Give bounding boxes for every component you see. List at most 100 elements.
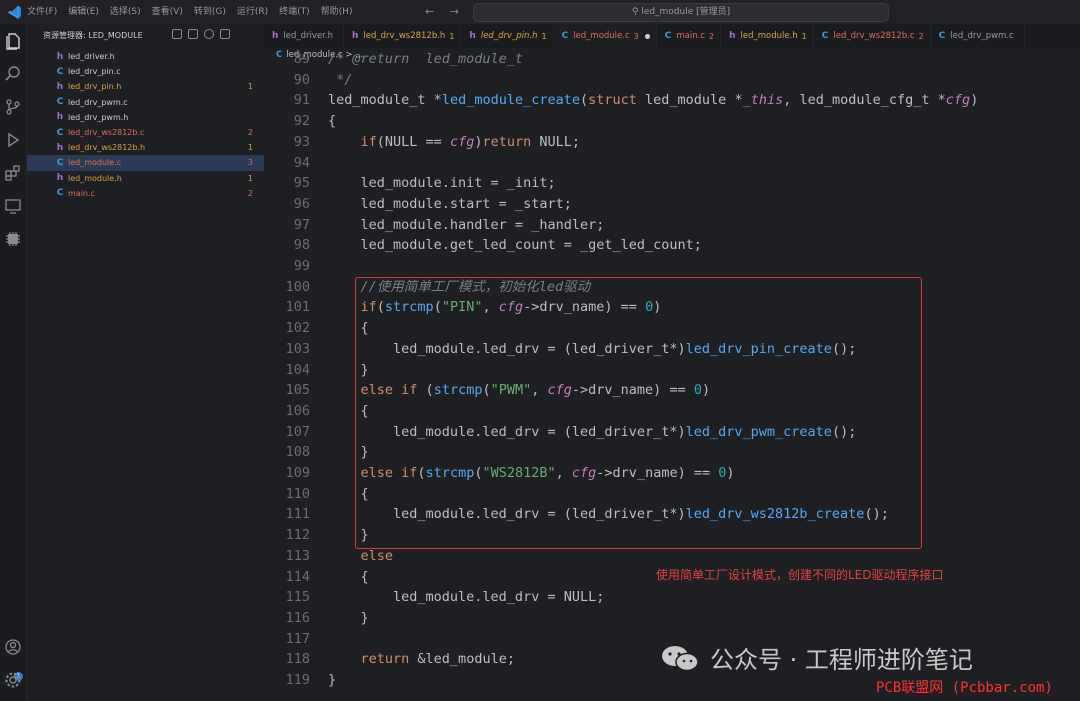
- tab-problem-count: 2: [918, 31, 924, 41]
- explorer-files-icon[interactable]: [4, 32, 22, 50]
- code-token: (: [376, 299, 385, 316]
- gear-icon[interactable]: [4, 671, 22, 689]
- editor-tabs: h led_driver.h h led_drv_ws2812b.h 1 h led_drv…: [264, 24, 1080, 48]
- file-tree-item[interactable]: Cled_drv_pin.c: [27, 64, 264, 79]
- file-tree-item[interactable]: Cmain.c 2: [27, 186, 264, 201]
- code-token: *: [937, 92, 946, 109]
- vscode-logo-icon: [8, 6, 21, 19]
- code-text: }: [328, 360, 369, 381]
- forward-arrow-icon[interactable]: →: [450, 5, 459, 18]
- menu-item[interactable]: 运行(R): [237, 0, 268, 24]
- code-token: {: [328, 485, 369, 502]
- source-control-icon[interactable]: [4, 98, 22, 116]
- editor-tab[interactable]: h led_driver.h: [264, 24, 344, 48]
- code-line: 103 led_module.led_drv = (led_driver_t*)…: [264, 339, 1080, 360]
- code-text: }: [328, 442, 369, 463]
- editor-tab[interactable]: h led_module.h 1: [721, 24, 814, 48]
- back-arrow-icon[interactable]: ←: [425, 5, 434, 18]
- menu-item[interactable]: 选择(S): [110, 0, 141, 24]
- file-tree-item[interactable]: Cled_drv_pwm.c: [27, 95, 264, 110]
- line-number: 92: [293, 113, 310, 130]
- problem-count: 2: [247, 188, 253, 198]
- line-number: 93: [293, 133, 310, 150]
- file-tree-item[interactable]: h led_drv_pin.h 1: [27, 79, 264, 94]
- code-token: 0: [645, 299, 654, 316]
- code-token: led_module.handler = _handler;: [328, 216, 605, 233]
- tab-problem-count: 1: [801, 31, 807, 41]
- editor-tab[interactable]: Cled_drv_ws2812b.c 2: [814, 24, 931, 48]
- code-line: 113 else: [264, 546, 1080, 567]
- file-name: led_module.h: [68, 173, 122, 183]
- new-folder-icon[interactable]: [188, 29, 198, 39]
- code-line: 101 if(strcmp("PIN", cfg->drv_name) == 0…: [264, 297, 1080, 318]
- collapse-all-icon[interactable]: [220, 29, 230, 39]
- file-tree-item[interactable]: h led_drv_pwm.h: [27, 110, 264, 125]
- code-line: 112 }: [264, 525, 1080, 546]
- editor-tab[interactable]: Cled_module.c 3: [553, 24, 657, 48]
- code-token: {: [328, 113, 337, 130]
- refresh-icon[interactable]: [204, 29, 214, 39]
- line-number: 115: [285, 589, 310, 606]
- code-editor[interactable]: 89/* @return led_module_t 90 */91 led_modu…: [264, 51, 1080, 701]
- file-name: main.c: [68, 188, 95, 198]
- tab-problem-count: 1: [449, 31, 455, 41]
- line-number: 112: [285, 527, 310, 544]
- code-line: 105 else if (strcmp("PWM", cfg->drv_name…: [264, 380, 1080, 401]
- h-file-icon: h: [56, 51, 64, 62]
- line-number: 98: [293, 237, 310, 254]
- menu-item[interactable]: 查看(V): [152, 0, 183, 24]
- file-tree-item[interactable]: Cled_drv_ws2812b.c 2: [27, 125, 264, 140]
- code-token: ,: [783, 92, 800, 109]
- code-token: return: [482, 133, 540, 150]
- file-tree-item[interactable]: h led_driver.h: [27, 49, 264, 64]
- file-tree-item[interactable]: Cled_module.c 3: [27, 155, 264, 171]
- file-tree-item[interactable]: h led_drv_ws2812b.h 1: [27, 140, 264, 155]
- command-center[interactable]: ⚲ led_module [管理员]: [473, 3, 889, 22]
- file-tree-item[interactable]: h led_module.h 1: [27, 171, 264, 186]
- explorer-title: 资源管理器: LED_MODULE: [43, 31, 143, 40]
- code-token: led_drv_pwm_create: [685, 423, 832, 440]
- code-token: led_module_t: [328, 92, 434, 109]
- new-file-icon[interactable]: [172, 29, 182, 39]
- run-debug-icon[interactable]: [4, 131, 22, 149]
- menu-item[interactable]: 帮助(H): [321, 0, 353, 24]
- code-text: led_module_t *led_module_create(struct l…: [328, 90, 978, 111]
- editor-tab[interactable]: h led_drv_ws2812b.h 1: [344, 24, 462, 48]
- code-token: cfg: [449, 133, 475, 150]
- account-icon[interactable]: [4, 638, 22, 656]
- menu-item[interactable]: 编辑(E): [68, 0, 99, 24]
- editor-tab[interactable]: h led_drv_pin.h 1: [461, 24, 554, 48]
- code-token: ,: [555, 465, 572, 481]
- code-token: //使用简单工厂模式，初始化led驱动: [360, 278, 591, 295]
- line-number: 103: [285, 340, 310, 357]
- tab-label: main.c: [676, 31, 705, 41]
- code-token: led_module_cfg_t: [799, 92, 938, 109]
- code-token: (: [417, 465, 426, 481]
- code-line: 96 led_module.start = _start;: [264, 194, 1080, 215]
- chip-icon[interactable]: [4, 230, 22, 248]
- search-icon[interactable]: [4, 65, 22, 83]
- menu-item[interactable]: 文件(F): [27, 0, 57, 24]
- problem-count: 3: [247, 158, 253, 168]
- line-number: 107: [285, 423, 310, 440]
- line-number: 91: [293, 92, 310, 109]
- problem-count: 1: [247, 173, 253, 183]
- code-text: else: [328, 546, 394, 567]
- tab-label: led_module.c: [573, 31, 630, 41]
- menu-item[interactable]: 终端(T): [279, 0, 310, 24]
- editor-tab[interactable]: Cmain.c 2: [657, 24, 722, 48]
- line-number: 110: [285, 485, 310, 502]
- unsaved-dot-icon[interactable]: [644, 33, 650, 39]
- code-line: 110 {: [264, 484, 1080, 505]
- menu-item[interactable]: 转到(G): [194, 0, 226, 24]
- title-bar: 文件(F) 编辑(E) 选择(S) 查看(V) 转到(G) 运行(R) 终端(T) 帮助(H)…: [0, 0, 1080, 24]
- c-file-icon: C: [561, 31, 569, 41]
- code-token: led_module_create: [441, 92, 580, 109]
- editor-tab[interactable]: Cled_drv_pwm.c: [931, 24, 1025, 48]
- code-token: (: [579, 92, 589, 109]
- extensions-icon[interactable]: [4, 164, 22, 182]
- file-name: led_drv_ws2812b.c: [68, 128, 145, 138]
- line-number: 109: [285, 465, 310, 481]
- remote-explorer-icon[interactable]: [4, 197, 22, 215]
